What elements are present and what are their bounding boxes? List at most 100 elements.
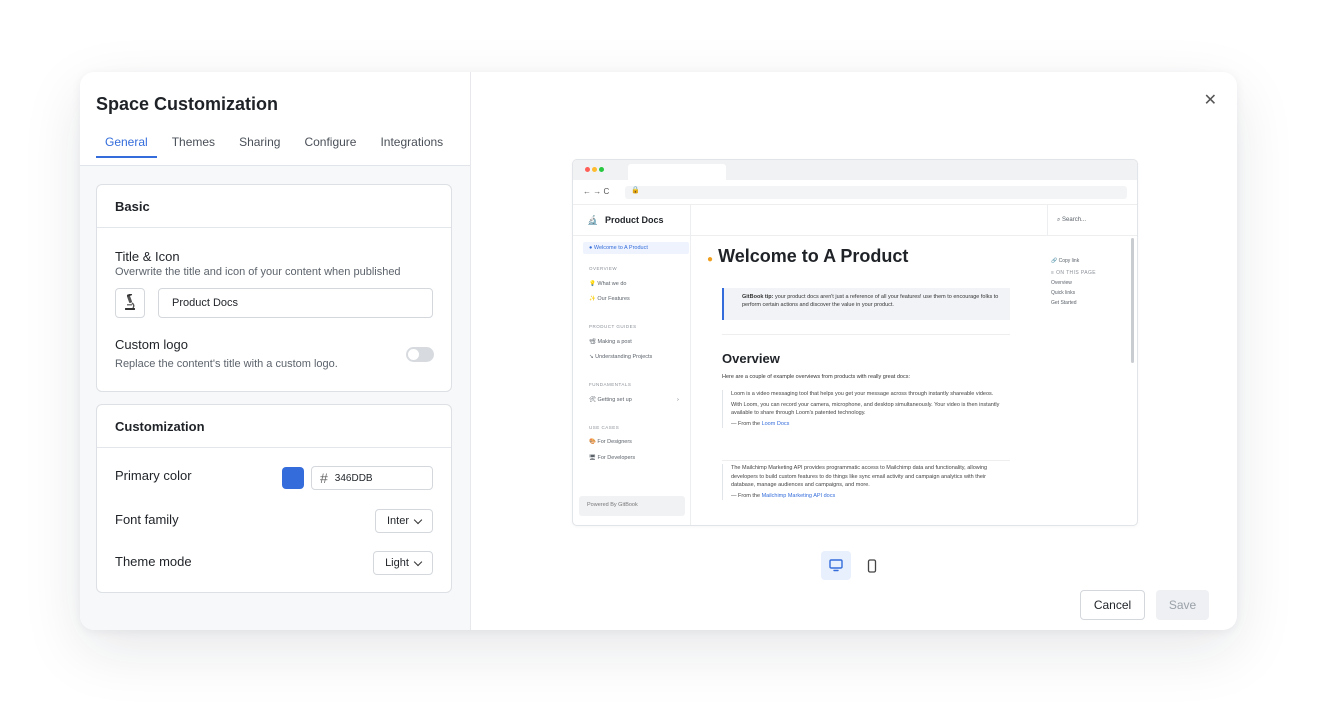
browser-tabbar [573,160,1137,180]
quote-loom: Loom is a video messaging tool that help… [722,390,1010,429]
sidebar-item-welcome: ● Welcome to A Product [589,245,648,251]
mobile-icon [867,558,877,573]
hint-callout: GitBook tip: your product docs aren't ju… [722,288,1010,320]
search-placeholder: Search... [1062,217,1087,223]
preview-page-title: ● Welcome to A Product [707,246,908,267]
custom-logo-label: Custom logo [115,337,188,352]
hand-icon: ● [707,254,714,265]
sidebar-item-label: Making a post [597,339,632,345]
chevron-right-icon: › [677,397,679,403]
site-preview: ← → C 🔒 🔬 Product Docs ⌕ Search... ● Wel… [572,159,1138,526]
overview-heading: Overview [722,351,780,366]
browser-addressbar: ← → C 🔒 [573,180,1137,205]
preview-search: ⌕ Search... [1057,217,1087,223]
customization-card-heading: Customization [97,405,451,448]
sidebar-caption: USE CASES [589,425,620,430]
preview-toc: 🔗 Copy link ≡ ON THIS PAGE Overview Quic… [1051,256,1096,308]
preview-panel: ✕ ← → C 🔒 🔬 Product Docs ⌕ Search... ● W… [471,72,1237,630]
site-header: 🔬 Product Docs ⌕ Search... [573,205,1137,236]
tab-themes[interactable]: Themes [163,135,224,158]
page-title-text: Welcome to A Product [718,246,909,266]
toc-item: Overview [1051,280,1072,286]
powered-by-label: Powered By GitBook [587,502,638,508]
tab-general[interactable]: General [96,135,157,158]
hash-icon: # [320,470,328,486]
toc-item: Get Started [1051,300,1077,306]
custom-logo-toggle[interactable] [406,347,434,362]
customization-card: Customization Primary color # 346DDB Fon… [96,404,452,593]
quote-text: With Loom, you can record your camera, m… [731,401,1000,417]
custom-logo-description: Replace the content's title with a custo… [115,358,338,370]
toc-caption: ≡ ON THIS PAGE [1051,270,1097,276]
sidebar-item-label: Understanding Projects [595,354,653,360]
toc-item: Quick links [1051,290,1076,296]
settings-panel: Space Customization General Themes Shari… [80,72,471,630]
icon-picker[interactable] [115,288,145,318]
preview-scrollbar [1131,238,1134,363]
chevron-down-icon [413,557,423,566]
font-family-label: Font family [115,512,179,527]
theme-mode-select[interactable]: Light [373,551,433,575]
tab-configure[interactable]: Configure [295,135,365,158]
tab-integrations[interactable]: Integrations [371,135,452,158]
window-maximize-dot [599,167,604,172]
basic-card-heading: Basic [97,185,451,228]
loom-docs-link: Loom Docs [761,420,790,427]
window-close-dot [585,167,590,172]
settings-tabs: General Themes Sharing Configure Integra… [96,135,454,158]
sidebar-item: 💡 What we do [589,281,627,287]
tab-sharing[interactable]: Sharing [230,135,289,158]
hint-bold: GitBook tip: [742,294,774,300]
window-minimize-dot [592,167,597,172]
url-field [625,186,1127,199]
settings-header: Space Customization General Themes Shari… [80,72,470,166]
microscope-icon: 🔬 [587,215,599,225]
sidebar-caption: PRODUCT GUIDES [589,324,637,329]
font-family-select[interactable]: Inter [375,509,433,533]
mailchimp-docs-link: Mailchimp Marketing API docs [761,492,836,499]
sidebar-item-label: Our Features [597,296,630,302]
title-input[interactable]: Product Docs [158,288,433,318]
sidebar-item-label: Welcome to A Product [593,245,648,251]
primary-color-hex: 346DDB [334,472,373,484]
site-title: Product Docs [605,215,664,225]
quote-text: The Mailchimp Marketing API provides pro… [731,465,988,489]
custom-logo-section: Custom logo Replace the content's title … [115,337,338,370]
mobile-view-button[interactable] [857,551,887,580]
space-customization-modal: Space Customization General Themes Shari… [80,72,1237,630]
sidebar-item: 📽 Making a post [589,339,632,345]
sidebar-item: 🖥 For Developers [589,455,636,461]
microscope-icon [125,294,135,310]
primary-color-swatch[interactable] [282,467,304,489]
title-icon-label: Title & Icon [115,249,180,264]
hint-text: your product docs aren't just a referenc… [742,294,999,309]
lock-icon: 🔒 [631,187,640,194]
chevron-down-icon [413,515,423,524]
sidebar-item-label: What we do [597,281,627,287]
primary-color-input[interactable]: # 346DDB [311,466,433,490]
theme-mode-label: Theme mode [115,554,192,569]
save-button[interactable]: Save [1156,590,1209,620]
cancel-button[interactable]: Cancel [1080,590,1145,620]
quote-text: Loom is a video messaging tool that help… [731,391,994,397]
sidebar-caption: FUNDAMENTALS [589,382,632,387]
theme-mode-value: Light [385,557,409,569]
close-icon[interactable]: ✕ [1204,90,1217,110]
copy-link: 🔗 Copy link [1051,258,1080,264]
overview-intro: Here are a couple of example overviews f… [722,374,911,380]
sidebar-item: 🎨 For Designers [589,439,632,445]
quote-mailchimp: The Mailchimp Marketing API provides pro… [722,464,1010,501]
modal-title: Space Customization [96,94,279,114]
desktop-icon [829,559,843,572]
primary-color-label: Primary color [115,468,192,483]
title-icon-description: Overwrite the title and icon of your con… [115,266,401,278]
font-family-value: Inter [386,515,409,527]
sidebar-item: 🛠 Getting set up [589,397,632,403]
preview-content: ● Welcome to A Product GitBook tip: your… [691,236,1137,525]
sidebar-item: ↘ Understanding Projects [589,354,653,360]
sidebar-caption: OVERVIEW [589,266,618,271]
basic-card: Basic Title & Icon Overwrite the title a… [96,184,452,392]
desktop-view-button[interactable] [821,551,851,580]
quote-source: — From the Mailchimp Marketing API docs [731,492,836,499]
sidebar-item: ✨ Our Features [589,296,630,302]
